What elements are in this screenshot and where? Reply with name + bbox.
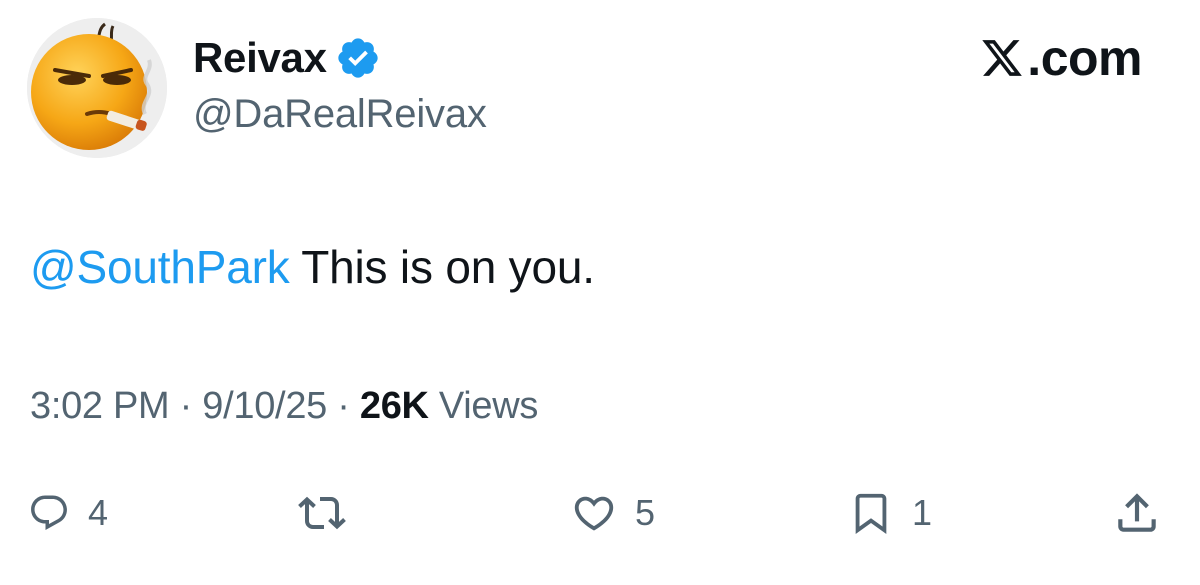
like-count: 5 xyxy=(635,492,656,533)
heart-icon xyxy=(574,496,614,531)
tweet-card: Reivax @DaRealReivax .com @SouthPark Thi… xyxy=(0,0,1200,585)
views-label: Views xyxy=(428,385,539,427)
reply-icon xyxy=(31,495,67,530)
share-button[interactable] xyxy=(1112,478,1162,548)
tweet-body: This is on you. xyxy=(289,241,595,293)
avatar[interactable] xyxy=(27,18,167,158)
x-logo-icon xyxy=(979,36,1025,80)
tweet-date[interactable]: 9/10/25 xyxy=(202,385,327,427)
brand-domain-text: .com xyxy=(1027,30,1142,86)
action-bar: 4 5 1 xyxy=(0,478,1200,548)
smoking-emoji-face-icon xyxy=(27,18,167,158)
repost-icon xyxy=(298,496,346,530)
meta-separator: · xyxy=(169,385,203,427)
reply-button[interactable]: 4 xyxy=(28,478,108,548)
share-icon xyxy=(1118,493,1156,532)
author-name-row: Reivax xyxy=(193,30,381,86)
author-handle[interactable]: @DaRealReivax xyxy=(193,92,487,137)
reply-count: 4 xyxy=(88,492,109,533)
meta-separator: · xyxy=(326,385,360,427)
like-button[interactable]: 5 xyxy=(571,478,655,548)
bookmark-button[interactable]: 1 xyxy=(848,478,932,548)
views-count: 26K xyxy=(359,385,429,427)
repost-button[interactable] xyxy=(298,478,364,548)
verified-badge-icon xyxy=(335,35,381,81)
brand: .com xyxy=(979,30,1142,86)
tweet-meta: 3:02 PM · 9/10/25 · 26K Views xyxy=(30,385,538,428)
tweet-text: @SouthPark This is on you. xyxy=(30,240,595,294)
mention-link[interactable]: @SouthPark xyxy=(30,241,290,293)
bookmark-count: 1 xyxy=(912,492,933,533)
bookmark-icon xyxy=(855,493,887,534)
author-display-name[interactable]: Reivax xyxy=(193,34,327,82)
tweet-time[interactable]: 3:02 PM xyxy=(30,385,170,427)
